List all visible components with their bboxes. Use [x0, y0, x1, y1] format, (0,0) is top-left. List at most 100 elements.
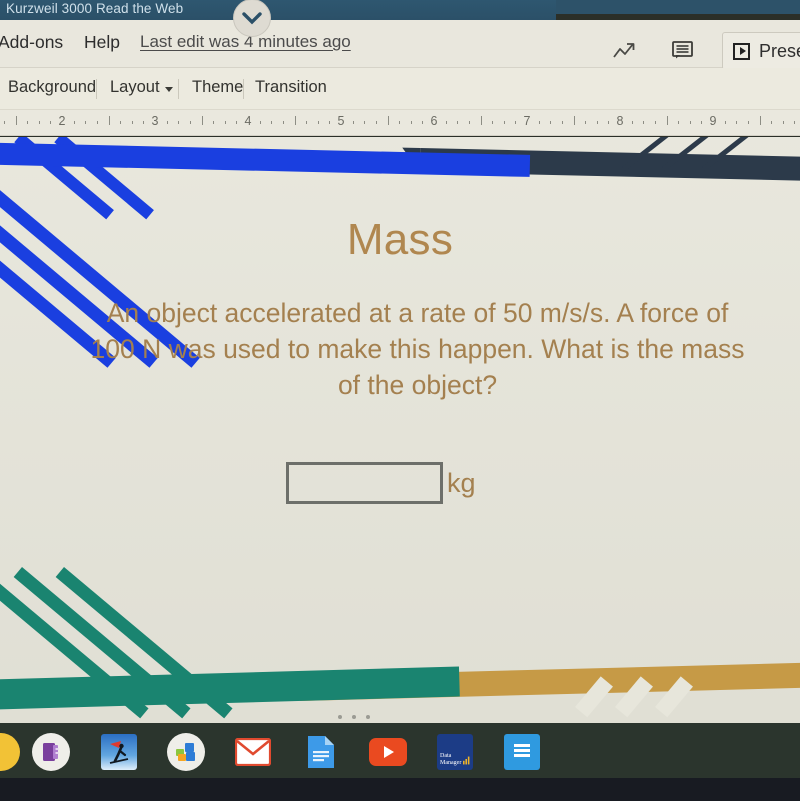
menu-item-help[interactable]: Help	[84, 32, 120, 53]
ruler-number: 2	[58, 114, 66, 128]
ruler-tick	[96, 121, 98, 124]
office-glyph	[176, 743, 195, 761]
ruler-tick	[643, 121, 645, 124]
launcher-partial-icon[interactable]	[0, 733, 20, 771]
ruler-number: 9	[709, 114, 717, 128]
ruler-tick	[364, 121, 366, 124]
google-slides-doc-icon[interactable]	[503, 733, 541, 771]
ruler-tick	[515, 121, 517, 124]
ruler-tick	[538, 121, 540, 124]
menu-item-addons[interactable]: Add-ons	[0, 32, 63, 53]
gmail-glyph	[235, 738, 271, 766]
taskbar: Data Manager	[0, 715, 800, 778]
slide-body-text[interactable]: An object accelerated at a rate of 50 m/…	[90, 295, 745, 403]
kurzweil-toolbar: Kurzweil 3000 Read the Web	[0, 0, 556, 20]
ruler-tick	[794, 121, 796, 124]
ruler-tick	[457, 121, 459, 124]
toolbar-divider	[178, 79, 179, 99]
ruler-number: 6	[430, 114, 438, 128]
present-button[interactable]: Present	[722, 32, 800, 70]
ruler-tick	[259, 121, 261, 124]
slides-format-toolbar: Background Layout Theme Transition	[0, 68, 800, 110]
theme-button[interactable]: Theme	[192, 78, 243, 97]
ruler-tick	[38, 121, 40, 124]
ruler-tick	[329, 121, 331, 124]
ruler-tick	[771, 121, 773, 124]
ruler-tick	[689, 121, 691, 124]
ruler-tick	[724, 121, 726, 124]
shelf-drag-handle[interactable]	[338, 715, 370, 719]
skier-glyph	[109, 741, 129, 764]
ruler-number: 4	[244, 114, 252, 128]
ruler-tick	[631, 121, 633, 124]
kurzweil-collapse-button[interactable]	[233, 0, 271, 37]
screen: Kurzweil 3000 Read the Web Add-ons Help …	[0, 0, 800, 801]
ruler-tick	[271, 121, 273, 124]
youtube-glyph	[369, 738, 407, 766]
data-manager-icon[interactable]: Data Manager	[436, 733, 474, 771]
ruler-tick	[410, 121, 412, 124]
ruler-tick	[282, 121, 284, 124]
ruler-tick	[654, 121, 656, 124]
ruler-tick	[201, 116, 203, 125]
ruler-number: 7	[523, 114, 531, 128]
chevron-down-icon	[242, 11, 262, 24]
ruler-number: 8	[616, 114, 624, 128]
slide-title[interactable]: Mass	[0, 215, 800, 265]
ruler-tick	[236, 121, 238, 124]
ruler-tick	[213, 121, 215, 124]
ruler-tick	[3, 121, 5, 124]
chevron-down-icon	[164, 86, 173, 92]
comment-icon[interactable]	[668, 38, 698, 64]
ruler-tick	[352, 121, 354, 124]
slide-canvas[interactable]: Mass An object accelerated at a rate of …	[0, 137, 800, 723]
kurzweil-toolbar-right	[556, 0, 800, 14]
ruler-tick	[178, 121, 180, 124]
ruler-tick	[399, 121, 401, 124]
answer-input[interactable]	[286, 462, 443, 504]
ruler-tick	[701, 121, 703, 124]
ruler-tick	[468, 121, 470, 124]
taskbar-underline	[0, 778, 800, 801]
onenote-icon[interactable]	[32, 733, 70, 771]
lines-glyph	[514, 744, 530, 757]
ruler-tick	[445, 121, 447, 124]
ruler-tick	[782, 121, 784, 124]
ruler-tick	[585, 121, 587, 124]
ruler-tick	[189, 121, 191, 124]
layout-label: Layout	[110, 78, 160, 96]
background-button[interactable]: Background	[8, 78, 96, 97]
ruler-tick	[224, 121, 226, 124]
ruler-tick	[375, 121, 377, 124]
ruler-tick	[608, 121, 610, 124]
ruler-tick	[85, 121, 87, 124]
layout-dropdown[interactable]: Layout	[110, 78, 173, 97]
ruler-tick	[550, 121, 552, 124]
ruler-tick	[480, 116, 482, 125]
ruler-tick	[306, 121, 308, 124]
ruler-tick	[387, 116, 389, 125]
microsoft-office-icon[interactable]	[167, 733, 205, 771]
google-docs-icon[interactable]	[302, 733, 340, 771]
gmail-icon[interactable]	[234, 733, 272, 771]
horizontal-ruler[interactable]: 2 3 4 5 6 7 8 9	[0, 110, 800, 136]
ruler-tick	[747, 121, 749, 124]
ruler-tick	[27, 121, 29, 124]
ruler-tick	[120, 121, 122, 124]
trend-arrow-icon[interactable]	[610, 38, 640, 64]
slides-menu-bar: Add-ons Help Last edit was 4 minutes ago…	[0, 20, 800, 70]
ruler-tick	[561, 121, 563, 124]
transition-button[interactable]: Transition	[255, 78, 327, 97]
skier-app-icon[interactable]	[100, 733, 138, 771]
ruler-tick	[492, 121, 494, 124]
ruler-tick	[131, 121, 133, 124]
answer-row: kg	[286, 462, 476, 504]
ruler-tick	[759, 116, 761, 125]
comment-glyph	[672, 41, 693, 59]
ruler-tick	[143, 121, 145, 124]
youtube-icon[interactable]	[369, 733, 407, 771]
kurzweil-title: Kurzweil 3000 Read the Web	[6, 1, 184, 16]
data-manager-label: Data Manager	[440, 753, 462, 766]
ruler-tick	[108, 116, 110, 125]
onenote-glyph	[43, 743, 59, 761]
